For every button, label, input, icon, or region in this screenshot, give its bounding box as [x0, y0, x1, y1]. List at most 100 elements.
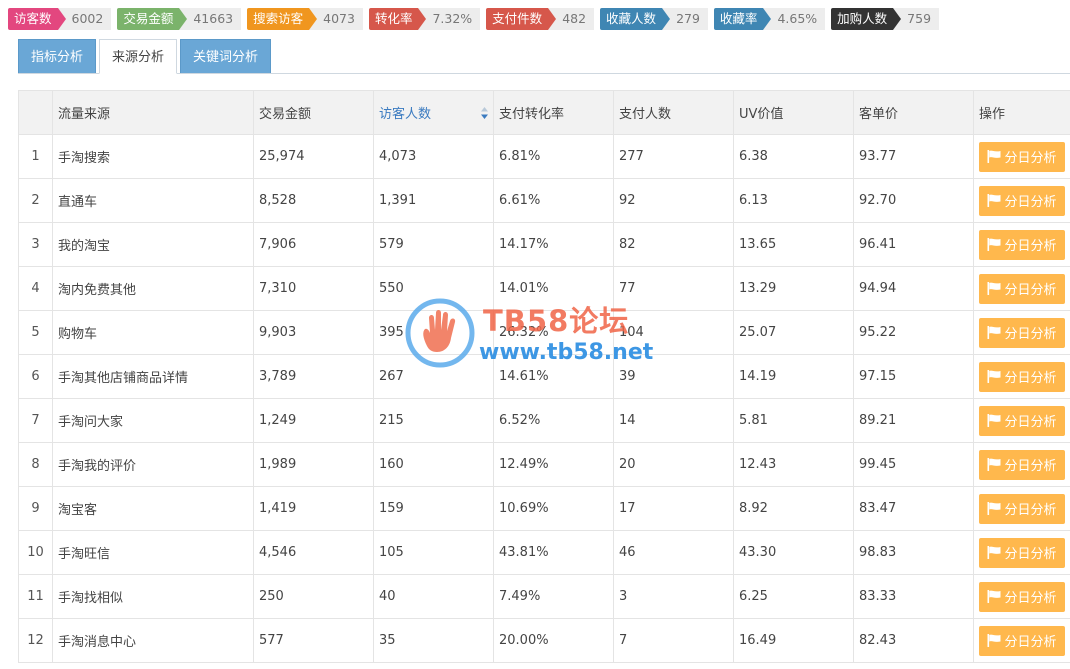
table-cell: 577	[253, 618, 374, 663]
tab-0[interactable]: 指标分析	[18, 39, 97, 74]
table-cell: 6.81%	[493, 134, 614, 179]
table-cell: 20	[613, 442, 734, 487]
sort-icon[interactable]	[481, 107, 488, 119]
tab-2[interactable]: 关键词分析	[180, 39, 272, 74]
table-cell: 99.45	[853, 442, 974, 487]
column-header-label: 流量来源	[58, 107, 111, 122]
row-index: 2	[18, 178, 53, 223]
table-cell: 579	[373, 222, 494, 267]
daily-analysis-label: 分日分析	[1004, 591, 1057, 606]
daily-analysis-button[interactable]: 分日分析	[979, 185, 1065, 216]
column-header[interactable]: 流量来源	[52, 90, 254, 135]
table-cell: 12.43	[733, 442, 854, 487]
table-cell: 6.38	[733, 134, 854, 179]
table-cell: 6.52%	[493, 398, 614, 443]
table-cell: 16.49	[733, 618, 854, 663]
action-cell: 分日分析	[973, 178, 1070, 223]
table-cell: 46	[613, 530, 734, 575]
daily-analysis-button[interactable]: 分日分析	[979, 317, 1065, 348]
flag-icon	[987, 370, 1001, 383]
daily-analysis-label: 分日分析	[1004, 503, 1057, 518]
table-cell: 13.65	[733, 222, 854, 267]
metric-label: 收藏率	[713, 8, 771, 30]
table-row: 2 直通车 8,528 1,391 6.61% 92 6.13 92.70 分日分析	[18, 178, 1070, 223]
metric-label: 交易金额	[117, 8, 188, 30]
column-header-label: 客单价	[859, 107, 899, 122]
metric-item: 搜索访客 4073	[247, 8, 363, 30]
daily-analysis-button[interactable]: 分日分析	[979, 625, 1065, 656]
table-row: 11 手淘找相似 250 40 7.49% 3 6.25 83.33 分日分析	[18, 574, 1070, 619]
table-cell: 14.17%	[493, 222, 614, 267]
table-cell: 40	[373, 574, 494, 619]
daily-analysis-button[interactable]: 分日分析	[979, 449, 1065, 480]
table-cell: 26.32%	[493, 310, 614, 355]
action-cell: 分日分析	[973, 398, 1070, 443]
action-cell: 分日分析	[973, 486, 1070, 531]
daily-analysis-button[interactable]: 分日分析	[979, 361, 1065, 392]
daily-analysis-label: 分日分析	[1004, 151, 1057, 166]
table-cell: 13.29	[733, 266, 854, 311]
table-cell: 我的淘宝	[52, 222, 254, 267]
daily-analysis-button[interactable]: 分日分析	[979, 229, 1065, 260]
daily-analysis-label: 分日分析	[1004, 195, 1057, 210]
column-header[interactable]: 支付人数	[613, 90, 734, 135]
daily-analysis-button[interactable]: 分日分析	[979, 405, 1065, 436]
table-cell: 277	[613, 134, 734, 179]
action-cell: 分日分析	[973, 310, 1070, 355]
column-header[interactable]: 交易金额	[253, 90, 374, 135]
metric-label: 支付件数	[486, 8, 557, 30]
table-cell: 92.70	[853, 178, 974, 223]
flag-icon	[987, 546, 1001, 559]
table-row: 5 购物车 9,903 395 26.32% 104 25.07 95.22 分日分析	[18, 310, 1070, 355]
table-cell: 手淘问大家	[52, 398, 254, 443]
table-cell: 159	[373, 486, 494, 531]
column-header	[18, 90, 53, 135]
table-row: 6 手淘其他店铺商品详情 3,789 267 14.61% 39 14.19 97.15 分日分…	[18, 354, 1070, 399]
tab-1[interactable]: 来源分析	[99, 39, 178, 74]
table-cell: 8.92	[733, 486, 854, 531]
table-cell: 4,546	[253, 530, 374, 575]
column-header[interactable]: 支付转化率	[493, 90, 614, 135]
column-header[interactable]: 访客人数	[373, 90, 494, 135]
table-cell: 3,789	[253, 354, 374, 399]
daily-analysis-button[interactable]: 分日分析	[979, 493, 1065, 524]
table-cell: 9,903	[253, 310, 374, 355]
daily-analysis-button[interactable]: 分日分析	[979, 537, 1065, 568]
action-cell: 分日分析	[973, 618, 1070, 663]
table-cell: 104	[613, 310, 734, 355]
daily-analysis-label: 分日分析	[1004, 283, 1057, 298]
daily-analysis-label: 分日分析	[1004, 547, 1057, 562]
metric-label: 加购人数	[831, 8, 902, 30]
flag-icon	[987, 458, 1001, 471]
table-cell: 215	[373, 398, 494, 443]
flag-icon	[987, 326, 1001, 339]
daily-analysis-button[interactable]: 分日分析	[979, 141, 1065, 172]
metric-value: 4.65%	[763, 8, 826, 30]
table-cell: 98.83	[853, 530, 974, 575]
daily-analysis-button[interactable]: 分日分析	[979, 273, 1065, 304]
table-cell: 94.94	[853, 266, 974, 311]
metric-label: 访客数	[8, 8, 65, 30]
table-cell: 83.33	[853, 574, 974, 619]
table-cell: 直通车	[52, 178, 254, 223]
column-header[interactable]: 客单价	[853, 90, 974, 135]
table-cell: 35	[373, 618, 494, 663]
table-cell: 5.81	[733, 398, 854, 443]
table-cell: 手淘搜索	[52, 134, 254, 179]
table-cell: 手淘消息中心	[52, 618, 254, 663]
table-cell: 8,528	[253, 178, 374, 223]
table-cell: 淘内免费其他	[52, 266, 254, 311]
table-row: 8 手淘我的评价 1,989 160 12.49% 20 12.43 99.45 分日分析	[18, 442, 1070, 487]
table-cell: 7,906	[253, 222, 374, 267]
column-header[interactable]: UV价值	[733, 90, 854, 135]
table-cell: 7,310	[253, 266, 374, 311]
table-row: 7 手淘问大家 1,249 215 6.52% 14 5.81 89.21 分日分析	[18, 398, 1070, 443]
column-header-label: UV价值	[739, 107, 784, 122]
table-cell: 14	[613, 398, 734, 443]
table-row: 12 手淘消息中心 577 35 20.00% 7 16.49 82.43 分日分析	[18, 618, 1070, 663]
table-cell: 1,419	[253, 486, 374, 531]
daily-analysis-button[interactable]: 分日分析	[979, 581, 1065, 612]
table-header-row: 流量来源 交易金额 访客人数 支付转化率 支付人数 UV价值 客单价 操作	[18, 90, 1070, 135]
table-cell: 89.21	[853, 398, 974, 443]
metric-item: 支付件数 482	[486, 8, 595, 30]
